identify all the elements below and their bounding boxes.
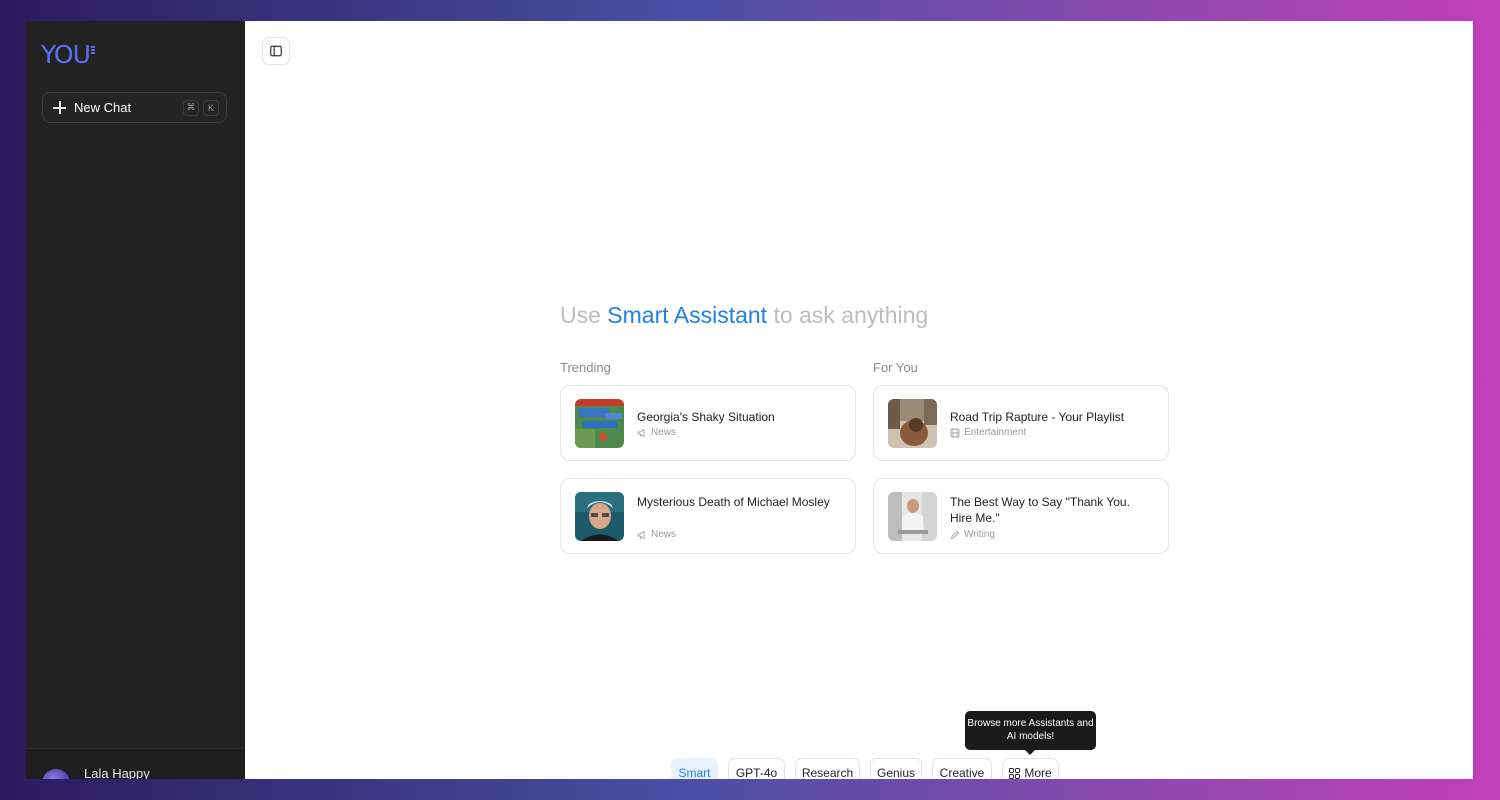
thank-you-thumbnail	[888, 492, 937, 541]
logo-dots-icon	[90, 46, 95, 54]
chip-research[interactable]: Research	[795, 758, 860, 779]
command-key: ⌘	[183, 99, 199, 116]
megaphone-icon	[637, 530, 645, 539]
category-label: News	[651, 427, 677, 438]
card-category: Entertainment	[950, 427, 1026, 438]
user-name: Lala Happy	[84, 766, 150, 779]
more-label: More	[1024, 766, 1052, 779]
card-title: Mysterious Death of Michael Mosley	[637, 495, 830, 509]
for-you-card-thank-you[interactable]: The Best Way to Say "Thank You. Hire Me.…	[873, 478, 1169, 554]
logo-text: YOU	[41, 40, 91, 69]
road-trip-thumbnail	[888, 399, 937, 448]
mosley-thumbnail	[575, 492, 624, 541]
category-label: News	[651, 529, 677, 540]
pencil-icon	[950, 530, 960, 539]
assistant-name: Smart Assistant	[607, 302, 768, 328]
headline-suffix: to ask anything	[767, 302, 929, 328]
georgia-thumbnail	[575, 399, 624, 448]
sidebar: YOU New Chat ⌘ K Lala Happy	[26, 21, 245, 779]
trending-title: Trending	[560, 360, 611, 375]
chip-smart[interactable]: Smart	[671, 758, 718, 779]
chip-creative[interactable]: Creative	[932, 758, 992, 779]
plus-icon	[53, 101, 66, 114]
sidebar-toggle-icon	[270, 45, 282, 57]
page-headline: Use Smart Assistant to ask anything	[560, 302, 928, 329]
card-category: Writing	[950, 529, 995, 540]
category-label: Writing	[964, 529, 995, 540]
for-you-title: For You	[873, 360, 918, 375]
user-profile[interactable]: Lala Happy	[26, 748, 245, 779]
grid-icon	[1009, 768, 1021, 779]
avatar	[42, 769, 70, 779]
card-title: Georgia's Shaky Situation	[637, 410, 775, 424]
category-label: Entertainment	[964, 427, 1027, 438]
megaphone-icon	[637, 428, 645, 437]
more-tooltip: Browse more Assistants and AI models!	[965, 711, 1096, 755]
for-you-card-road-trip[interactable]: Road Trip Rapture - Your Playlist Entert…	[873, 385, 1169, 461]
trending-card-georgia[interactable]: Georgia's Shaky Situation News	[560, 385, 856, 461]
card-title: Road Trip Rapture - Your Playlist	[950, 410, 1125, 424]
assistant-selector: Smart GPT-4o Research Genius Creative Mo…	[245, 758, 1473, 779]
headline-prefix: Use	[560, 302, 608, 328]
app-window: YOU New Chat ⌘ K Lala Happy Use Smart As…	[26, 21, 1473, 779]
card-category: News	[637, 427, 676, 438]
you-logo[interactable]: YOU	[41, 41, 95, 69]
film-icon	[950, 428, 960, 437]
new-chat-button[interactable]: New Chat ⌘ K	[42, 92, 227, 123]
shortcut-hint: ⌘ K	[183, 99, 219, 116]
main-panel: Use Smart Assistant to ask anything Tren…	[245, 21, 1473, 779]
new-chat-label: New Chat	[74, 100, 132, 115]
more-button[interactable]: More	[1002, 758, 1059, 779]
trending-card-mosley[interactable]: Mysterious Death of Michael Mosley News	[560, 478, 856, 554]
sidebar-toggle-button[interactable]	[262, 37, 290, 65]
card-title: The Best Way to Say "Thank You. Hire Me.…	[950, 495, 1130, 525]
chip-genius[interactable]: Genius	[870, 758, 922, 779]
card-category: News	[637, 529, 676, 540]
k-key: K	[203, 99, 219, 116]
chip-gpt-4o[interactable]: GPT-4o	[728, 758, 785, 779]
